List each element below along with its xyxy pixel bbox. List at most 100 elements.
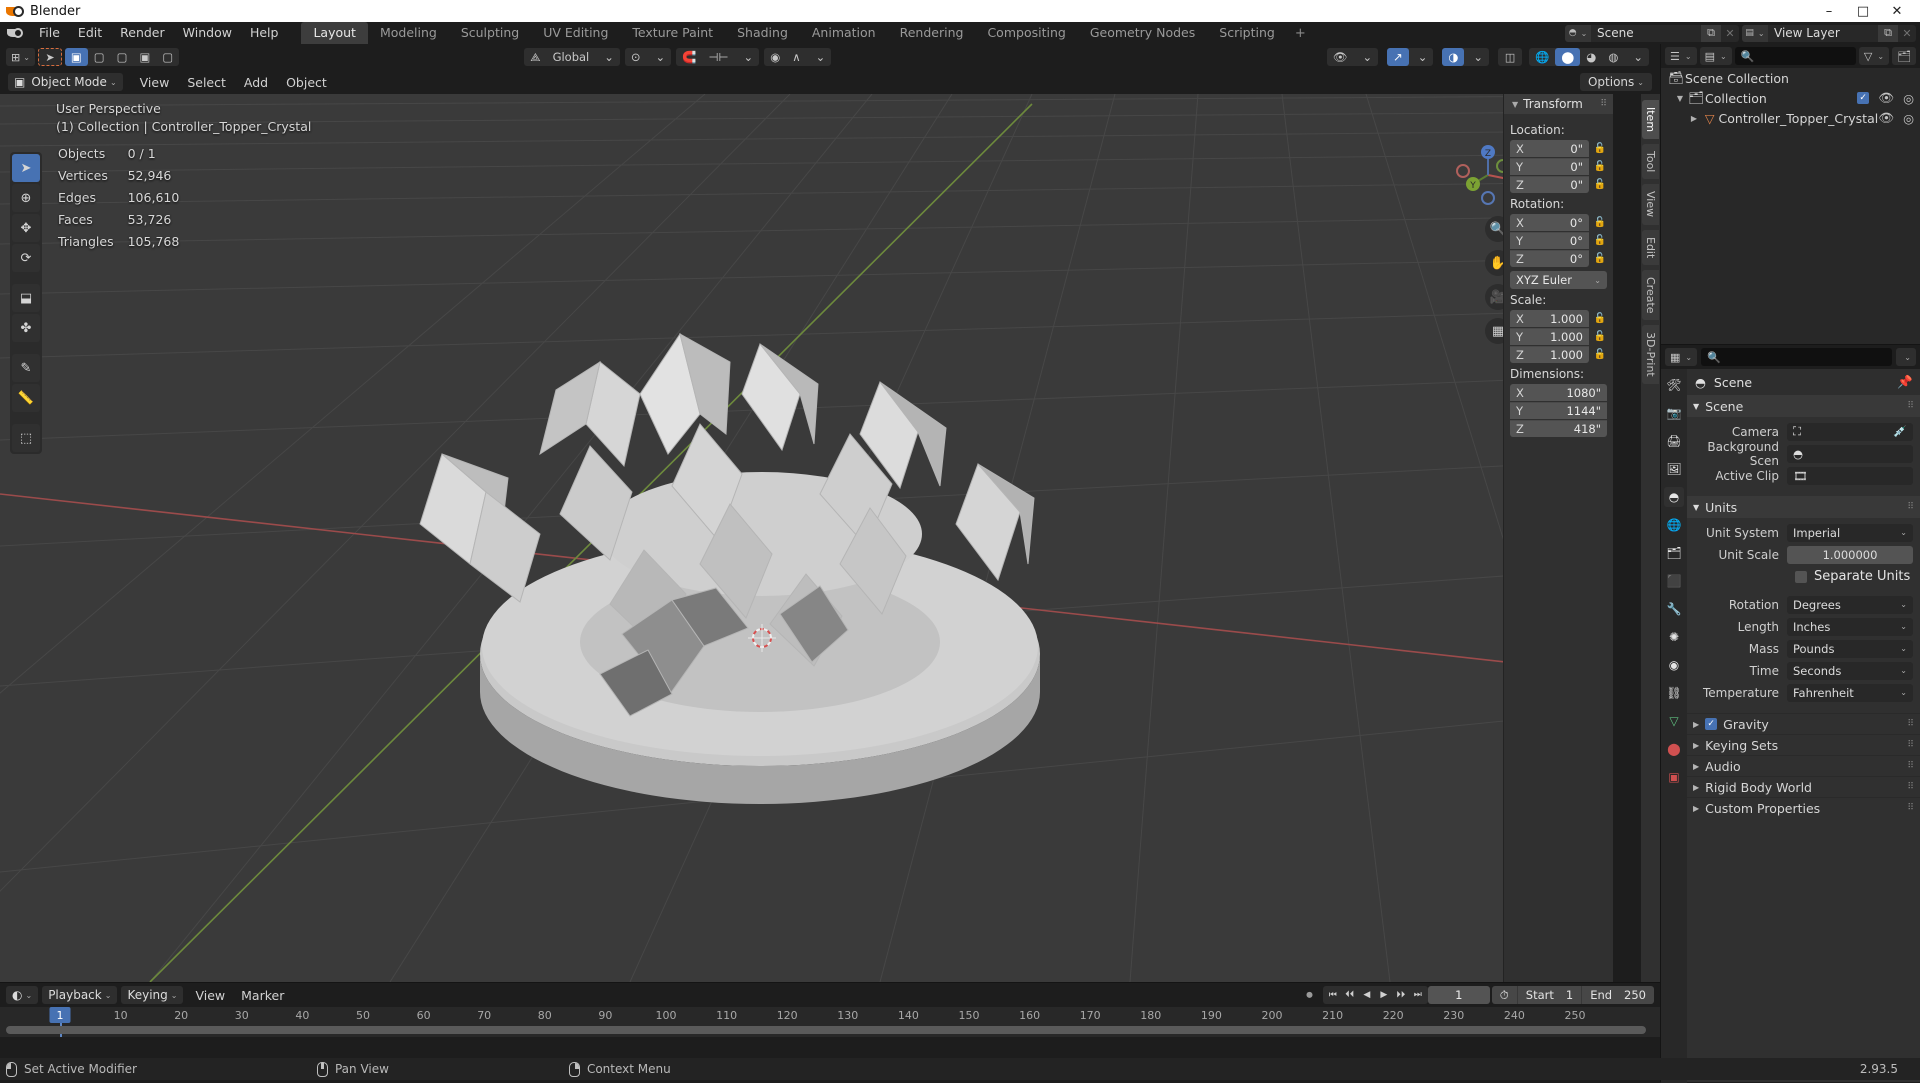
timeline-editor-type-icon[interactable]: ◐ ⌄ (6, 986, 39, 1004)
viewport-options-button[interactable]: Options ⌄ (1579, 73, 1652, 91)
gravity-panel-header[interactable]: ▶ ✓ Gravity ⠿ (1687, 713, 1920, 734)
viewport-canvas[interactable]: User Perspective (1) Collection | Contro… (0, 94, 1613, 982)
properties-tab-tool[interactable]: 🛠 (1664, 375, 1684, 395)
outliner-search-input[interactable]: 🔍 (1734, 47, 1856, 65)
measure-tool-button[interactable]: 📏 (12, 384, 40, 412)
outliner-editor-type-icon[interactable]: ☰ ⌄ (1665, 47, 1697, 65)
workspace-tab-texture-paint[interactable]: Texture Paint (620, 22, 725, 44)
collection-enable-checkbox[interactable]: ✓ (1857, 92, 1870, 104)
unlink-scene-button[interactable]: ✕ (1721, 25, 1739, 42)
scene-panel-header[interactable]: ▼ Scene ⠿ (1687, 395, 1920, 417)
outliner-row-scene-collection[interactable]: 🗃 Scene Collection (1661, 68, 1920, 88)
keying-sets-panel-header[interactable]: ▶ Keying Sets ⠿ (1687, 734, 1920, 755)
properties-tab-texture[interactable]: ▣ (1664, 767, 1684, 787)
eyedropper-icon[interactable]: 💉 (1893, 425, 1907, 438)
new-view-layer-button[interactable]: ⧉ (1878, 24, 1898, 42)
scale-y-field[interactable]: Y 1.000 (1510, 328, 1589, 345)
shading-wireframe-icon[interactable]: 🌐 (1529, 48, 1555, 66)
menu-render[interactable]: Render (111, 23, 174, 43)
timeline-ruler[interactable]: 10 20 30 40 50 60 70 80 90 100 110 120 130 140 150 160 1… (0, 1007, 1660, 1025)
lock-location-x-icon[interactable]: 🔓 (1593, 143, 1607, 154)
background-scene-field[interactable]: ◓ (1787, 444, 1913, 463)
mass-units-dropdown[interactable]: Pounds ⌄ (1787, 639, 1913, 658)
properties-tab-collection[interactable]: 🗂 (1664, 543, 1684, 563)
lock-scale-x-icon[interactable]: 🔓 (1593, 313, 1607, 324)
timeline-horizontal-scrollbar[interactable] (6, 1026, 1646, 1034)
properties-tab-world[interactable]: 🌐 (1664, 515, 1684, 535)
playback-controls[interactable]: ⏮ ⏴⏴ ◀ ▶ ⏵⏵ ⏭ (1322, 986, 1428, 1004)
select-mode-intersect-icon[interactable]: ▢ (156, 48, 179, 66)
gizmo-icon[interactable]: ↗ (1387, 48, 1409, 66)
npanel-tab-item[interactable]: Item (1642, 100, 1659, 140)
properties-tab-modifier[interactable]: 🔧 (1664, 599, 1684, 619)
outliner-row-collection[interactable]: ▼ 🗂 Collection ✓ 👁 ◎ (1661, 88, 1920, 108)
annotate-tool-button[interactable]: ✎ (12, 354, 40, 382)
proportional-edit-group[interactable]: ◉ ∧ ⌄ (764, 48, 832, 66)
rotation-x-field[interactable]: X 0° (1510, 214, 1589, 231)
pin-icon[interactable]: 📌 (1897, 374, 1913, 390)
location-z-field[interactable]: Z 0" (1510, 176, 1589, 193)
timeline-menu-view[interactable]: View (187, 987, 233, 1004)
camera-field[interactable]: ⛶ 💉 (1787, 422, 1913, 441)
viewport-menu-object[interactable]: Object (277, 74, 336, 91)
use-preview-range-icon[interactable]: ⏱ (1492, 986, 1517, 1004)
menu-window[interactable]: Window (174, 23, 241, 43)
overlays-dropdown[interactable]: ◑ ⌄ (1442, 48, 1490, 66)
workspace-tab-modeling[interactable]: Modeling (368, 22, 449, 44)
separate-units-checkbox[interactable] (1795, 570, 1807, 583)
timeline-menu-marker[interactable]: Marker (233, 987, 292, 1004)
transform-orientation-dropdown[interactable]: ⟁ Global ⌄ (524, 48, 620, 66)
snap-increment-icon[interactable]: ⊣⊢ (703, 48, 735, 66)
triangle-down-icon[interactable]: ▼ (1673, 94, 1687, 103)
workspace-tab-geometry-nodes[interactable]: Geometry Nodes (1078, 22, 1207, 44)
location-y-field[interactable]: Y 0" (1510, 158, 1589, 175)
window-close-button[interactable]: ✕ (1880, 0, 1914, 22)
scale-x-field[interactable]: X 1.000 (1510, 310, 1589, 327)
eye-icon[interactable]: 👁 (1878, 90, 1894, 106)
workspace-tab-compositing[interactable]: Compositing (975, 22, 1077, 44)
viewport-menu-select[interactable]: Select (178, 74, 235, 91)
play-reverse-button[interactable]: ◀ (1359, 990, 1375, 1000)
menu-file[interactable]: File (30, 23, 69, 43)
lock-scale-z-icon[interactable]: 🔓 (1593, 349, 1607, 360)
jump-to-end-button[interactable]: ⏭ (1410, 990, 1426, 1000)
properties-tab-scene[interactable]: ◓ (1664, 487, 1684, 507)
shading-modes-group[interactable]: 🌐 ⬤ ◕ ◍ ⌄ (1529, 48, 1649, 66)
viewport-menu-add[interactable]: Add (235, 74, 277, 91)
outliner-row-object[interactable]: ▶ ▽ Controller_Topper_Crystal 👁 ◎ (1661, 108, 1920, 128)
next-keyframe-button[interactable]: ⏵⏵ (1393, 990, 1409, 1000)
temperature-units-dropdown[interactable]: Fahrenheit ⌄ (1787, 683, 1913, 702)
proportional-edit-icon[interactable]: ◉ (764, 48, 786, 66)
tweak-select-icon[interactable]: ➤ (37, 48, 62, 66)
transform-panel-header[interactable]: ▼ Transform ⠿ (1504, 94, 1613, 114)
scene-selector[interactable]: ◓ ⌄ Scene ⧉ ✕ (1565, 24, 1739, 42)
camera-icon[interactable]: ◎ (1903, 91, 1914, 106)
lock-scale-y-icon[interactable]: 🔓 (1593, 331, 1607, 342)
lock-rotation-z-icon[interactable]: 🔓 (1593, 253, 1607, 264)
npanel-tab-view[interactable]: View (1642, 184, 1659, 225)
dimension-y-field[interactable]: Y 1144" (1510, 402, 1607, 419)
properties-tab-object[interactable]: ⬛ (1664, 571, 1684, 591)
camera-icon[interactable]: ◎ (1903, 111, 1914, 126)
lock-rotation-x-icon[interactable]: 🔓 (1593, 217, 1607, 228)
eye-icon[interactable]: 👁 (1878, 110, 1894, 126)
length-units-dropdown[interactable]: Inches ⌄ (1787, 617, 1913, 636)
timeline-menu-playback[interactable]: Playback ⌄ (42, 986, 118, 1004)
frame-end-field[interactable]: End 250 (1581, 986, 1654, 1004)
properties-tab-data[interactable]: ▽ (1664, 711, 1684, 731)
frame-start-field[interactable]: Start 1 (1516, 986, 1581, 1004)
unit-scale-field[interactable]: 1.000000 (1787, 545, 1913, 564)
play-button[interactable]: ▶ (1376, 990, 1392, 1000)
rotation-mode-dropdown[interactable]: XYZ Euler ⌄ (1510, 271, 1607, 289)
shading-rendered-icon[interactable]: ◍ (1602, 48, 1624, 66)
workspace-tab-rendering[interactable]: Rendering (888, 22, 976, 44)
new-collection-icon[interactable]: 🗂 (1892, 47, 1916, 65)
pivot-point-dropdown[interactable]: ⊙ ⌄ (624, 48, 672, 66)
location-x-field[interactable]: X 0" (1510, 140, 1589, 157)
viewport-3d[interactable]: ⊞ ⌄ ➤ ▣ ▢ ▢ ▣ ▢ ⟁ Global ⌄ ⊙ ⌄ 🧲 ⊣⊢ ⌄ ◉ … (0, 44, 1660, 982)
select-mode-extend-icon[interactable]: ▢ (88, 48, 111, 66)
npanel-tab-create[interactable]: Create (1642, 269, 1659, 321)
unit-system-dropdown[interactable]: Imperial ⌄ (1787, 523, 1913, 542)
rotate-tool-button[interactable]: ⟳ (12, 244, 40, 272)
add-cube-tool-button[interactable]: ⬚ (12, 424, 40, 452)
